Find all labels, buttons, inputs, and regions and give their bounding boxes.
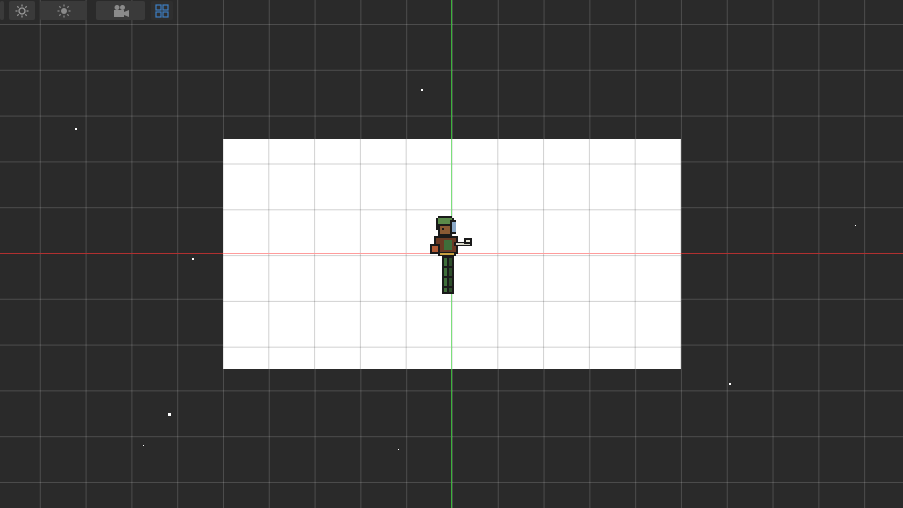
star-particle — [143, 445, 144, 446]
sun-icon — [57, 4, 71, 18]
grid-icon — [155, 3, 169, 18]
scene-viewport[interactable] — [0, 0, 903, 508]
star-particle — [168, 413, 171, 416]
star-particle — [729, 383, 731, 385]
star-particle — [398, 449, 399, 450]
sun-dim-button[interactable] — [40, 1, 87, 20]
star-particle — [855, 225, 856, 226]
pixel-character-sprite[interactable] — [426, 216, 474, 296]
camera-button[interactable] — [96, 1, 145, 20]
sun-icon — [15, 4, 29, 18]
star-particle — [192, 258, 194, 260]
sun-light-button[interactable] — [9, 1, 35, 20]
scene-toolbar — [0, 0, 180, 22]
star-particle — [421, 89, 423, 91]
camera-icon — [112, 4, 130, 18]
star-particle — [75, 128, 77, 130]
grid-toggle-button[interactable] — [151, 1, 173, 20]
toolbar-edge-button[interactable] — [0, 1, 4, 20]
